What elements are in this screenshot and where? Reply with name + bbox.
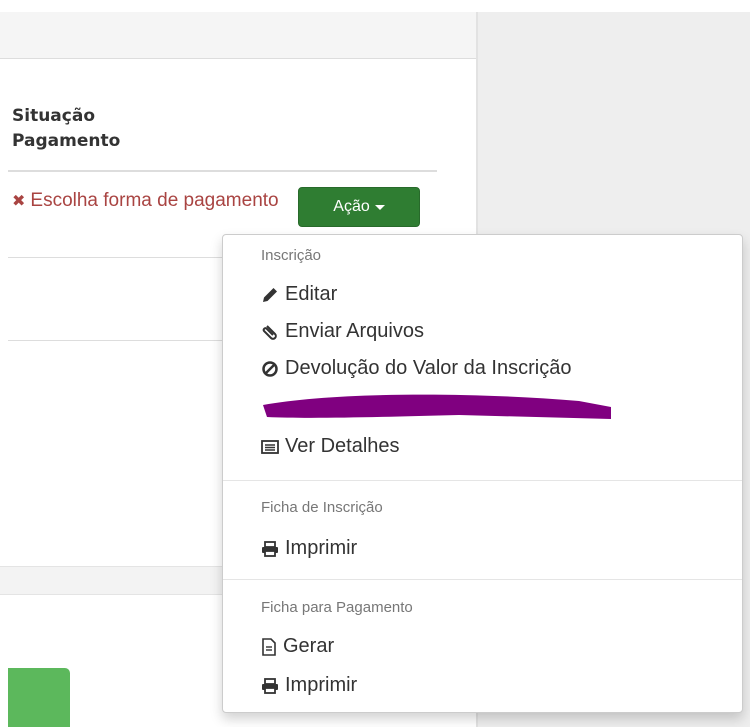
top-strip xyxy=(0,0,750,12)
menu-item-label: Editar xyxy=(285,283,338,305)
menu-item-imprimir-pagamento[interactable]: Imprimir xyxy=(261,674,357,697)
table-header-rule xyxy=(8,170,437,172)
menu-item-label: Devolução do Valor da Inscrição xyxy=(285,357,572,379)
green-button-partial[interactable] xyxy=(8,668,70,727)
menu-item-ver-detalhes[interactable]: Ver Detalhes xyxy=(261,435,400,458)
print-icon xyxy=(262,677,278,694)
dropdown-header-inscricao: Inscrição xyxy=(261,247,322,264)
table-footer-band xyxy=(0,566,222,595)
action-button-label: Ação xyxy=(333,198,370,215)
times-icon: ✖ xyxy=(12,193,26,210)
action-dropdown-button[interactable]: Ação xyxy=(298,187,420,227)
dropdown-divider xyxy=(223,579,742,580)
print-icon xyxy=(262,540,278,557)
menu-item-label: Ver Detalhes xyxy=(285,435,400,457)
dropdown-divider xyxy=(223,480,742,481)
file-icon xyxy=(262,637,276,656)
caret-down-icon xyxy=(374,204,385,210)
pencil-icon xyxy=(263,287,277,302)
menu-item-label: Gerar xyxy=(283,635,335,657)
list-alt-icon xyxy=(261,439,279,454)
paperclip-icon xyxy=(262,324,277,340)
dropdown-header-ficha-pagamento: Ficha para Pagamento xyxy=(261,599,413,616)
menu-item-label: Imprimir xyxy=(285,674,358,696)
row-divider xyxy=(8,340,222,341)
payment-status-cell: ✖ Escolha forma de pagamento xyxy=(12,188,282,214)
menu-item-imprimir-inscricao[interactable]: Imprimir xyxy=(261,537,357,560)
panel-header xyxy=(0,12,476,59)
column-header-payment-status: Situação Pagamento xyxy=(12,106,121,151)
row-divider xyxy=(8,257,222,258)
redaction-mark xyxy=(263,394,611,419)
menu-item-gerar[interactable]: Gerar xyxy=(261,635,334,658)
menu-item-label: Enviar Arquivos xyxy=(285,320,424,342)
menu-item-devolucao[interactable]: Devolução do Valor da Inscrição xyxy=(261,357,571,380)
menu-item-enviar-arquivos[interactable]: Enviar Arquivos xyxy=(261,320,424,343)
action-dropdown-menu: Inscrição Editar Enviar Arquivos Devoluç… xyxy=(222,234,743,713)
menu-item-label: Imprimir xyxy=(285,537,358,559)
ban-icon xyxy=(262,360,278,377)
menu-item-editar[interactable]: Editar xyxy=(261,283,337,306)
payment-status-text: Escolha forma de pagamento xyxy=(30,190,279,211)
dropdown-header-ficha-inscricao: Ficha de Inscrição xyxy=(261,499,383,516)
